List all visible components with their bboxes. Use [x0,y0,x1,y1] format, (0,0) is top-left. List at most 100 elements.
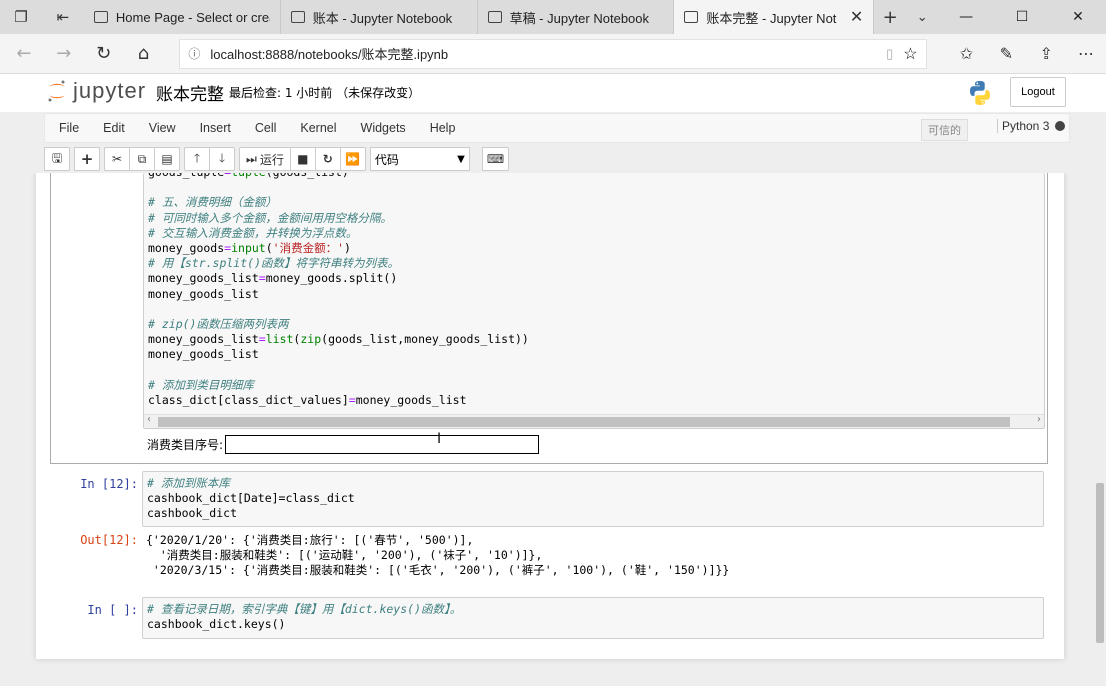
output-line: {'2020/1/20': {'消费类目:旅行': [('春节', '500')… [146,533,474,547]
cut-icon[interactable]: ✂ [104,147,130,171]
favorite-star-icon[interactable]: ☆ [903,44,917,64]
code-cell-empty-run[interactable]: In [ ]: # 查看记录日期，索引字典【键】用【dict.keys()函数】… [50,597,1048,641]
chevron-down-icon: ▼ [457,153,465,165]
code-line: # zip()函数压缩两列表两 [148,316,289,331]
close-window-icon[interactable]: ✕ [1050,0,1106,34]
tab-title: Home Page - Select or crea [115,9,270,25]
code-cell-selected[interactable]: goods_tuple=tuple(goods_list) # 五、消费明细（金… [50,173,1048,464]
kernel-status-icon [1055,121,1066,131]
code-content: goods_tuple=tuple(goods_list) # 五、消费明细（金… [148,173,529,408]
page-vertical-scrollbar[interactable] [1094,173,1106,686]
code-line: money_goods_list=money_goods.split() [148,271,398,286]
new-tab-icon[interactable]: + [874,0,906,34]
close-tab-icon[interactable]: ✕ [850,7,863,27]
code-line: money_goods_list=list(zip(goods_list,mon… [148,332,529,347]
insert-cell-icon[interactable]: + [74,147,100,171]
output-line: '消费类目:服装和鞋类': [('运动鞋', '200'), ('袜子', '1… [146,548,543,563]
scrollbar-thumb[interactable] [158,417,1010,427]
notebook-menubar: File Edit View Insert Cell Kernel Widget… [44,113,1070,143]
stop-icon[interactable]: ■ [289,147,316,171]
restart-icon[interactable]: ↻ [314,147,341,171]
code-line: # 交互输入消费金额，并转换为浮点数。 [148,225,358,240]
minimize-icon[interactable]: — [938,0,994,34]
scroll-right-icon[interactable]: › [1037,414,1041,425]
chevron-down-icon[interactable]: ⌄ [906,0,938,34]
set-tabs-aside-icon[interactable]: ⇤ [42,0,84,34]
paste-icon[interactable]: ▤ [154,147,180,171]
scrollbar-thumb[interactable] [1096,483,1104,643]
page-icon [684,11,699,23]
menu-cell[interactable]: Cell [243,114,289,142]
code-line: # 用【str.split()函数】将字符串转为列表。 [148,256,400,271]
trusted-badge[interactable]: 可信的 [921,119,968,141]
keyboard-icon[interactable]: ⌨ [481,147,510,171]
move-down-icon[interactable]: 🡓 [209,147,235,171]
code-line: cashbook_dict.keys() [147,617,286,632]
maximize-icon[interactable]: ☐ [994,0,1050,34]
tab-actions-icon[interactable]: ❐ [0,0,42,34]
python-logo-icon [970,81,990,105]
menu-help[interactable]: Help [418,114,468,142]
code-editor[interactable]: # 查看记录日期，索引字典【键】用【dict.keys()函数】。 cashbo… [142,597,1044,639]
share-icon[interactable]: ⇪ [1026,34,1066,74]
jupyter-logo[interactable]: jupyter [47,78,146,104]
horizontal-scrollbar[interactable]: ‹ › [144,414,1044,428]
back-arrow-icon[interactable]: ← [4,34,44,74]
fast-forward-icon[interactable]: ⏩ [339,147,366,171]
code-editor[interactable]: # 添加到账本库 cashbook_dict[Date]=class_dict … [142,471,1044,527]
url-input[interactable]: ⓘ localhost:8888/notebooks/账本完整.ipynb ▯ … [179,38,927,69]
run-button[interactable]: ⏭ 运行 [239,147,291,171]
output-line: '2020/3/15': {'消费类目:服装和鞋类': [('毛衣', '200… [146,563,730,578]
menu-widgets[interactable]: Widgets [349,114,418,142]
menu-file[interactable]: File [45,114,91,142]
stdin-prompt-row: 消费类目序号: [147,435,540,454]
menu-edit[interactable]: Edit [91,114,137,142]
tab-title: 草稿 - Jupyter Notebook [509,10,650,26]
favorites-icon[interactable]: ✩ [947,34,987,74]
menu-view[interactable]: View [137,114,188,142]
browser-tab-caogao[interactable]: 草稿 - Jupyter Notebook [478,0,675,34]
menu-kernel[interactable]: Kernel [288,114,348,142]
copy-icon[interactable]: ⧉ [129,147,155,171]
home-icon[interactable]: ⌂ [124,34,164,74]
browser-tab-home[interactable]: Home Page - Select or crea [84,0,281,34]
refresh-icon[interactable]: ↻ [84,34,124,74]
cell-type-select[interactable]: 代码 ▼ [369,147,470,171]
code-editor[interactable]: goods_tuple=tuple(goods_list) # 五、消费明细（金… [143,173,1045,429]
browser-tab-zhangben[interactable]: 账本 - Jupyter Notebook [281,0,478,34]
stdin-prompt-label: 消费类目序号: [147,438,224,452]
stdin-input[interactable] [225,435,540,454]
jupyter-logo-icon [48,80,65,102]
code-line: money_goods_list [148,286,259,301]
browser-tab-active[interactable]: 账本完整 - Jupyter Not ✕ [674,0,875,34]
move-up-icon[interactable]: 🡑 [184,147,210,171]
notebook-area: goods_tuple=tuple(goods_list) # 五、消费明细（金… [0,173,1106,686]
code-line: cashbook_dict[Date]=class_dict [147,491,355,506]
url-text: localhost:8888/notebooks/账本完整.ipynb [210,47,449,62]
scroll-left-icon[interactable]: ‹ [147,414,151,425]
forward-arrow-icon[interactable]: → [44,34,84,74]
code-line: goods_tuple=tuple(goods_list) [148,173,529,180]
info-icon: ⓘ [188,47,201,61]
code-line: money_goods_list [148,347,259,362]
browser-tab-strip: ❐ ⇤ Home Page - Select or crea 账本 - Jupy… [0,0,1106,34]
code-cell-12[interactable]: In [12]: # 添加到账本库 cashbook_dict[Date]=cl… [50,471,1048,581]
save-icon[interactable]: 🖫 [44,147,70,171]
page-icon [290,11,305,23]
notebook-toolbar: 🖫 + ✂ ⧉ ▤ 🡑 🡓 ⏭ 运行 ■ ↻ ⏩ 代码 ▼ ⌨ [44,146,1070,172]
notebook-name[interactable]: 账本完整 [156,80,224,105]
page-icon [487,11,502,23]
jupyter-header: jupyter 账本完整 最后检查: 1 小时前 （未保存改变） Logout [0,74,1106,112]
kernel-name: Python 3 [1002,119,1050,133]
menu-insert[interactable]: Insert [188,114,243,142]
logout-button[interactable]: Logout [1010,77,1066,107]
pen-icon[interactable]: ✎ [986,34,1026,74]
code-line: # 五、消费明细（金额） [148,195,277,210]
more-icon[interactable]: ⋯ [1066,34,1106,74]
notebook-page: goods_tuple=tuple(goods_list) # 五、消费明细（金… [36,173,1064,659]
tab-title: 账本 - Jupyter Notebook [312,10,453,26]
reading-view-icon[interactable]: ▯ [886,46,893,62]
